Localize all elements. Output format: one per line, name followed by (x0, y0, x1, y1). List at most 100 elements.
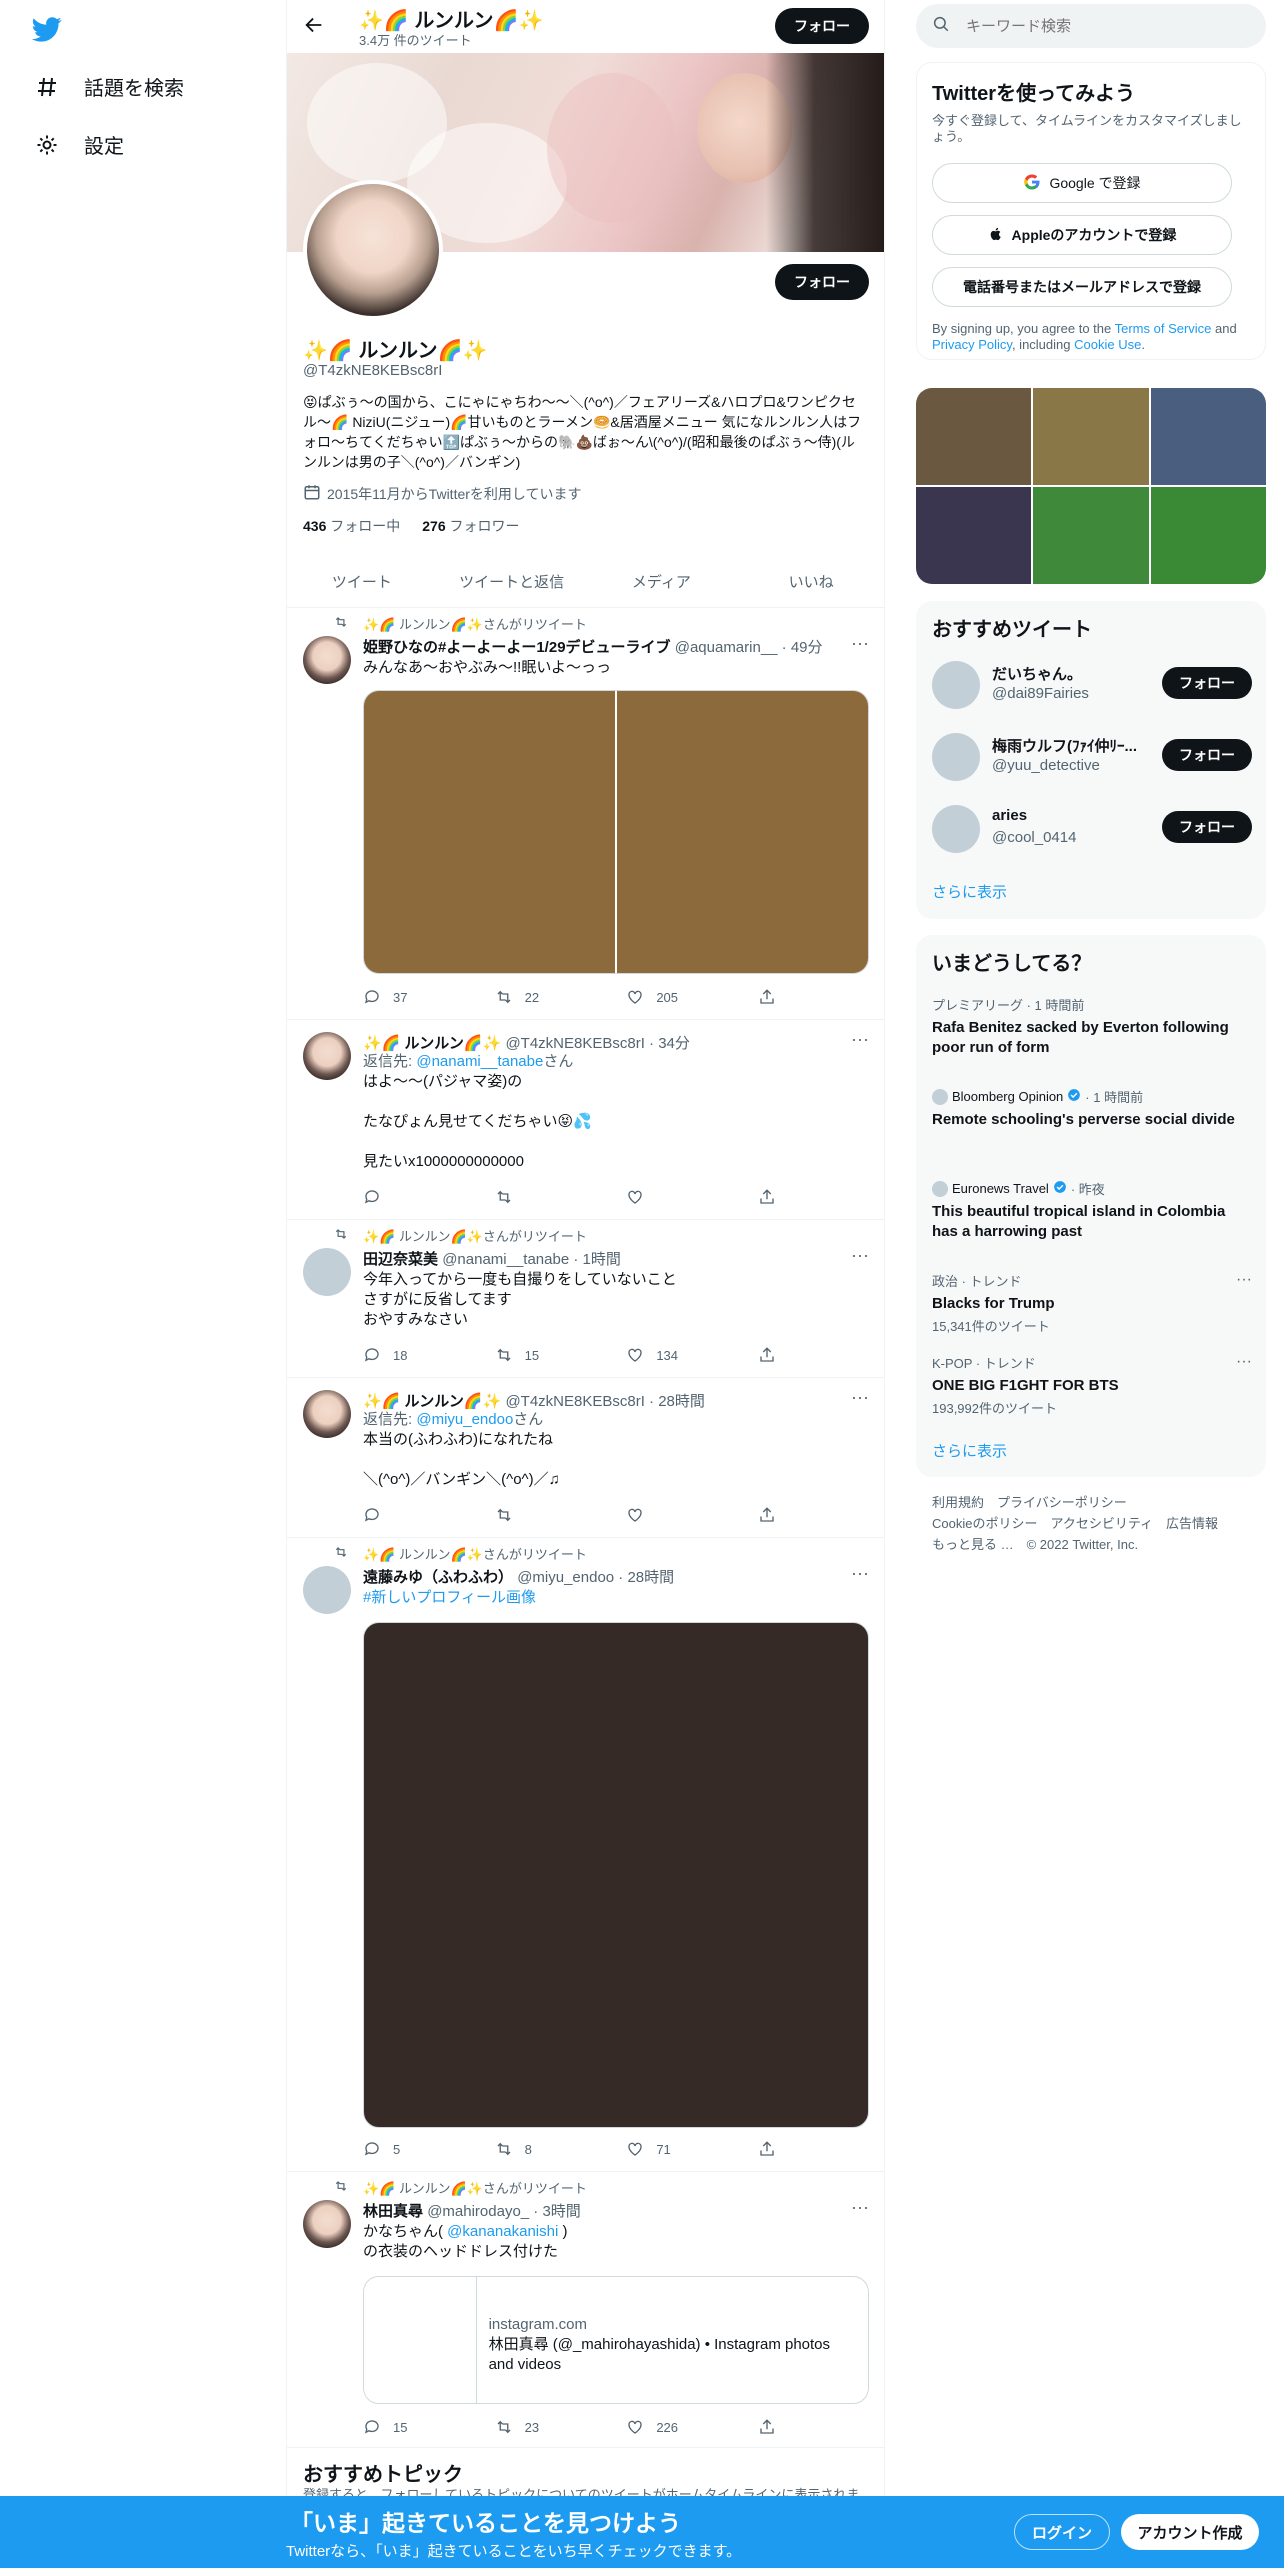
tweet-media[interactable] (363, 1622, 869, 2128)
more-options-icon[interactable]: ··· (1236, 1271, 1252, 1289)
followers-link[interactable]: 276 フォロワー (422, 516, 519, 536)
suggested-user[interactable]: aries @cool_0414 フォロー (932, 799, 1252, 855)
follow-button[interactable]: フォロー (1162, 811, 1252, 843)
footer-line[interactable]: 利用規約 プライバシーポリシー (932, 1492, 1262, 1513)
reply-button[interactable] (363, 1506, 463, 1524)
avatar[interactable] (932, 661, 980, 709)
follow-button[interactable]: フォロー (1162, 667, 1252, 699)
trend-item[interactable]: K-POP · トレンド ONE BIG F1GHT FOR BTS 193,9… (932, 1353, 1252, 1417)
like-button[interactable] (626, 1188, 726, 1206)
show-more-link[interactable]: さらに表示 (932, 1440, 1007, 1461)
tweet-media[interactable] (363, 690, 869, 974)
avatar[interactable] (303, 1032, 351, 1080)
more-options-icon[interactable]: ··· (850, 634, 870, 658)
tab-tweets[interactable]: ツイート (287, 555, 437, 607)
twitter-logo-icon[interactable] (30, 14, 64, 44)
share-button[interactable] (758, 2418, 788, 2436)
tweet[interactable]: ✨🌈 ルンルン🌈✨さんがリツイート 遠藤みゆ（ふわふわ） @miyu_endoo… (287, 1538, 884, 2172)
signup-button[interactable]: アカウント作成 (1121, 2514, 1259, 2550)
privacy-policy-link[interactable]: Privacy Policy (932, 337, 1012, 352)
reply-to-link[interactable]: @nanami__tanabe (416, 1053, 543, 1070)
more-options-icon[interactable]: ··· (850, 1564, 870, 1588)
more-options-icon[interactable]: ··· (850, 1246, 870, 1270)
avatar[interactable] (932, 733, 980, 781)
tab-media[interactable]: メディア (587, 555, 737, 607)
login-button[interactable]: ログイン (1014, 2514, 1110, 2550)
back-arrow-icon[interactable] (303, 14, 327, 38)
tweet-author-name[interactable]: 遠藤みゆ（ふわふわ） (363, 1569, 513, 1586)
nav-explore[interactable]: 話題を検索 (34, 72, 184, 101)
avatar[interactable] (303, 636, 351, 684)
tweet[interactable]: ✨🌈 ルンルン🌈✨ @T4zkNE8KEBsc8rI · 28時間 ··· 返信… (287, 1378, 884, 1538)
like-button[interactable]: 134 (626, 1346, 726, 1364)
tweet-author-name[interactable]: ✨🌈 ルンルン🌈✨ (363, 1393, 501, 1410)
share-button[interactable] (758, 1506, 788, 1524)
header-follow-button[interactable]: フォロー (775, 8, 869, 44)
retweet-button[interactable] (495, 1188, 595, 1206)
trend-item[interactable]: Euronews Travel · 昨夜 This beautiful trop… (932, 1179, 1252, 1242)
media-grid-photo[interactable] (1150, 487, 1266, 584)
tab-likes[interactable]: いいね (736, 555, 884, 607)
hashtag-link[interactable]: #新しいプロフィール画像 (363, 1588, 863, 1608)
reply-button[interactable]: 5 (363, 2140, 463, 2158)
show-more-link[interactable]: さらに表示 (932, 881, 1007, 902)
share-button[interactable] (758, 1346, 788, 1364)
media-grid-photo[interactable] (916, 487, 1032, 584)
profile-follow-button[interactable]: フォロー (775, 264, 869, 300)
avatar[interactable] (303, 1390, 351, 1438)
more-options-icon[interactable]: ··· (850, 1030, 870, 1054)
more-options-icon[interactable]: ··· (850, 2198, 870, 2222)
reply-button[interactable]: 37 (363, 988, 463, 1006)
retweet-button[interactable]: 15 (495, 1346, 595, 1364)
share-button[interactable] (758, 988, 788, 1006)
retweet-button[interactable]: 22 (495, 988, 595, 1006)
tweet[interactable]: ✨🌈 ルンルン🌈✨さんがリツイート 田辺奈菜美 @nanami__tanabe … (287, 1220, 884, 1378)
reply-button[interactable]: 18 (363, 1346, 463, 1364)
trend-item[interactable]: 政治 · トレンド Blacks for Trump 15,341件のツイート … (932, 1271, 1252, 1335)
like-button[interactable] (626, 1506, 726, 1524)
trend-item[interactable]: プレミアリーグ · 1 時間前 Rafa Benitez sacked by E… (932, 995, 1252, 1058)
search-input[interactable] (966, 17, 1246, 35)
tab-tweets-replies[interactable]: ツイートと返信 (437, 555, 587, 607)
retweet-button[interactable]: 23 (495, 2418, 595, 2436)
follow-button[interactable]: フォロー (1162, 739, 1252, 771)
link-card[interactable]: instagram.com 林田真尋 (@_mahirohayashida) •… (363, 2276, 869, 2404)
cookie-use-link[interactable]: Cookie Use (1074, 337, 1141, 352)
media-image[interactable] (617, 691, 868, 973)
nav-settings[interactable]: 設定 (34, 130, 124, 159)
share-button[interactable] (758, 2140, 788, 2158)
share-button[interactable] (758, 1188, 788, 1206)
retweet-button[interactable] (495, 1506, 595, 1524)
phone-email-signup-button[interactable]: 電話番号またはメールアドレスで登録 (932, 267, 1232, 307)
like-button[interactable]: 226 (626, 2418, 726, 2436)
profile-avatar[interactable] (303, 180, 443, 320)
more-options-icon[interactable]: ··· (1236, 1353, 1252, 1371)
reply-button[interactable] (363, 1188, 463, 1206)
avatar[interactable] (303, 2200, 351, 2248)
suggested-user[interactable]: 梅雨ウルフ(ﾌｧｲ仲ﾘｰ... @yuu_detective フォロー (932, 727, 1252, 783)
avatar[interactable] (303, 1248, 351, 1296)
tweet-author-name[interactable]: 林田真尋 (363, 2203, 423, 2220)
tweet-author-name[interactable]: ✨🌈 ルンルン🌈✨ (363, 1035, 501, 1052)
media-grid-photo[interactable] (1150, 388, 1266, 485)
apple-signup-button[interactable]: Appleのアカウントで登録 (932, 215, 1232, 255)
tweet[interactable]: ✨🌈 ルンルン🌈✨ @T4zkNE8KEBsc8rI · 34分 ··· 返信先… (287, 1020, 884, 1220)
suggested-user[interactable]: だいちゃん。 @dai89Fairies フォロー (932, 655, 1252, 711)
media-image[interactable] (364, 691, 615, 973)
avatar[interactable] (932, 805, 980, 853)
media-grid-photo[interactable] (1033, 487, 1149, 584)
tweet-author-name[interactable]: 姫野ひなの#よーよーよー1/29デビューライブ (363, 639, 671, 656)
footer-line[interactable]: Cookieのポリシー アクセシビリティ 広告情報 (932, 1513, 1262, 1534)
mention-link[interactable]: @kananakanishi (447, 2223, 558, 2240)
search-box[interactable] (916, 4, 1266, 48)
following-link[interactable]: 436 フォロー中 (303, 516, 400, 536)
reply-to-link[interactable]: @miyu_endoo (416, 1411, 513, 1428)
reply-button[interactable]: 15 (363, 2418, 463, 2436)
media-grid-photo[interactable] (916, 388, 1032, 485)
terms-of-service-link[interactable]: Terms of Service (1115, 321, 1212, 336)
retweet-button[interactable]: 8 (495, 2140, 595, 2158)
like-button[interactable]: 205 (626, 988, 726, 1006)
google-signup-button[interactable]: Google で登録 (932, 163, 1232, 203)
like-button[interactable]: 71 (626, 2140, 726, 2158)
media-grid-photo[interactable] (1033, 388, 1149, 485)
